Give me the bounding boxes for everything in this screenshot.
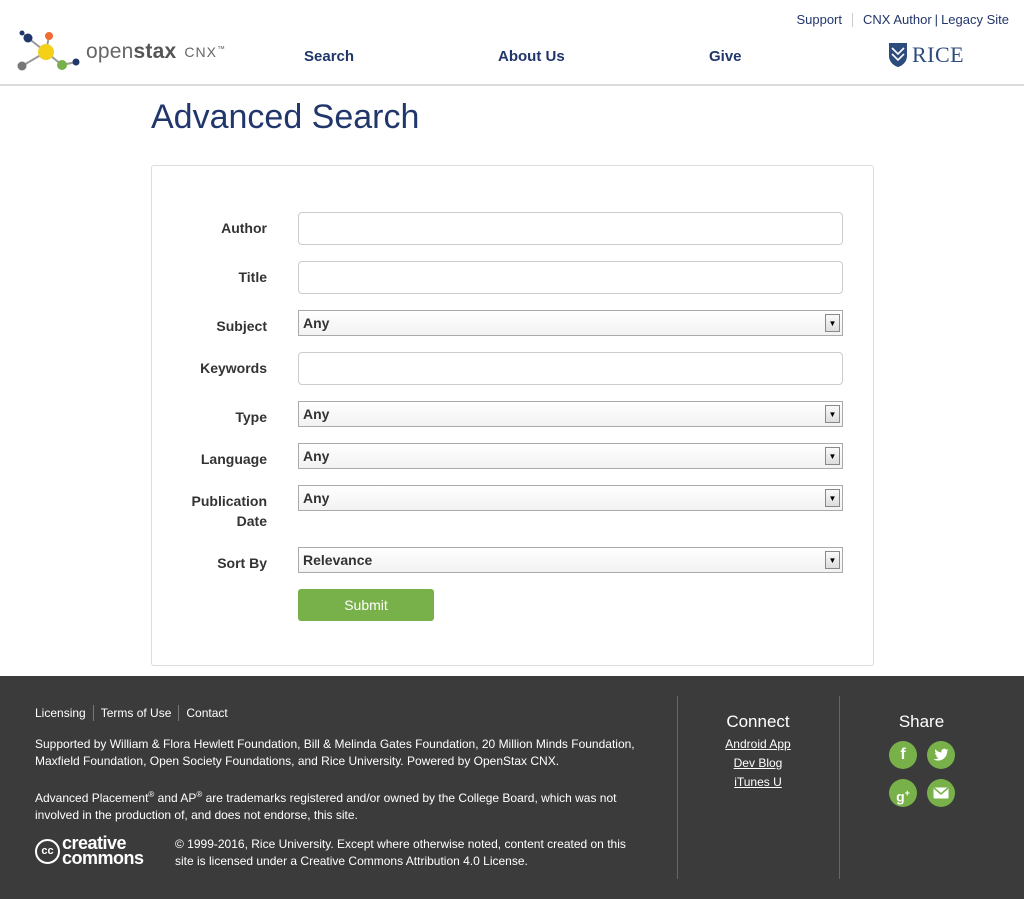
subject-select[interactable]: Any ▼ — [298, 310, 843, 336]
publication-date-label: Publication Date — [191, 493, 267, 529]
footer-link-divider — [178, 705, 180, 721]
twitter-icon[interactable] — [927, 741, 955, 769]
rice-logo[interactable]: RICE — [888, 42, 964, 68]
type-label: Type — [235, 409, 267, 425]
language-select-value: Any — [303, 448, 330, 464]
keywords-input[interactable] — [298, 352, 843, 385]
utility-divider — [852, 12, 854, 27]
logo-cnx: CNX™ — [184, 44, 226, 60]
utility-nav: Support CNX Author | Legacy Site — [796, 12, 1009, 27]
keywords-label: Keywords — [200, 360, 267, 376]
sort-by-select-value: Relevance — [303, 552, 373, 568]
publication-date-select-value: Any — [303, 490, 330, 506]
dropdown-arrow-icon[interactable]: ▼ — [825, 447, 840, 465]
language-label: Language — [200, 451, 267, 467]
openstax-molecule-icon — [17, 30, 80, 71]
android-app-link[interactable]: Android App — [700, 737, 816, 751]
email-icon[interactable] — [927, 779, 955, 807]
contact-link[interactable]: Contact — [186, 706, 227, 720]
subject-label: Subject — [216, 318, 267, 334]
nav-search[interactable]: Search — [304, 48, 354, 65]
nav-about-us[interactable]: About Us — [498, 48, 565, 65]
cc-wordmark: creative commons — [62, 833, 144, 868]
site-header: Support CNX Author | Legacy Site opensta… — [0, 0, 1024, 86]
trademark-text: Advanced Placement® and AP® are trademar… — [35, 790, 617, 822]
nav-give[interactable]: Give — [709, 48, 742, 65]
creative-commons-logo[interactable]: cc creative commons — [35, 833, 144, 868]
sort-by-label: Sort By — [217, 555, 267, 571]
footer-divider — [677, 696, 678, 879]
dev-blog-link[interactable]: Dev Blog — [700, 756, 816, 770]
utility-divider: | — [934, 12, 939, 27]
copyright-text: © 1999-2016, Rice University. Except whe… — [175, 837, 626, 868]
openstax-logo[interactable]: openstax CNX™ — [16, 30, 226, 74]
connect-heading: Connect — [726, 712, 790, 731]
title-input[interactable] — [298, 261, 843, 294]
cc-badge-icon: cc — [35, 838, 60, 864]
dropdown-arrow-icon[interactable]: ▼ — [825, 551, 840, 569]
advanced-search-form: Author Title Subject Any ▼ Keywords Type… — [151, 165, 874, 666]
dropdown-arrow-icon[interactable]: ▼ — [825, 314, 840, 332]
cnx-author-link[interactable]: CNX Author — [863, 12, 932, 27]
dropdown-arrow-icon[interactable]: ▼ — [825, 489, 840, 507]
author-label: Author — [221, 220, 267, 236]
licensing-link[interactable]: Licensing — [35, 706, 86, 720]
google-plus-icon[interactable]: g+ — [889, 779, 917, 807]
sort-by-select[interactable]: Relevance ▼ — [298, 547, 843, 573]
dropdown-arrow-icon[interactable]: ▼ — [825, 405, 840, 423]
subject-select-value: Any — [303, 315, 330, 331]
type-select[interactable]: Any ▼ — [298, 401, 843, 427]
site-footer: Licensing Terms of Use Contact Supported… — [0, 676, 1024, 899]
footer-divider — [839, 696, 840, 879]
author-input[interactable] — [298, 212, 843, 245]
facebook-icon[interactable]: f — [889, 741, 917, 769]
itunes-u-link[interactable]: iTunes U — [700, 775, 816, 789]
type-select-value: Any — [303, 406, 330, 422]
supported-by-text: Supported by William & Flora Hewlett Fou… — [35, 737, 635, 768]
footer-links: Licensing Terms of Use Contact — [35, 705, 228, 721]
submit-button[interactable]: Submit — [298, 589, 434, 621]
terms-of-use-link[interactable]: Terms of Use — [101, 706, 172, 720]
title-label: Title — [238, 269, 267, 285]
publication-date-select[interactable]: Any ▼ — [298, 485, 843, 511]
footer-link-divider — [92, 705, 94, 721]
share-heading: Share — [898, 712, 945, 731]
page-title: Advanced Search — [151, 98, 420, 136]
rice-shield-icon — [889, 43, 907, 67]
legacy-site-link[interactable]: Legacy Site — [941, 12, 1009, 27]
language-select[interactable]: Any ▼ — [298, 443, 843, 469]
logo-wordmark: openstax — [86, 40, 177, 63]
rice-wordmark: RICE — [912, 42, 965, 67]
support-link[interactable]: Support — [796, 12, 842, 27]
